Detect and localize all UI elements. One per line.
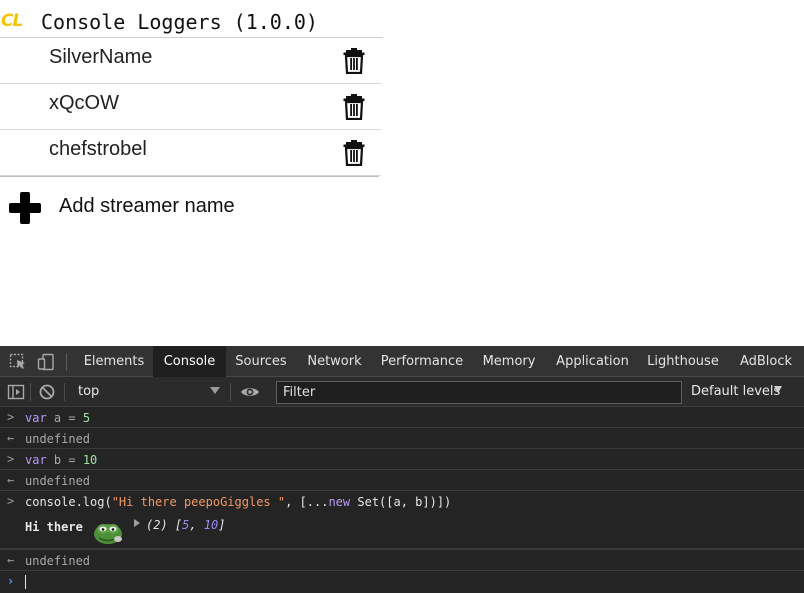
device-toolbar-icon[interactable] bbox=[37, 353, 55, 371]
result-arrow-icon: ← bbox=[7, 553, 15, 567]
streamer-name: chefstrobel bbox=[49, 138, 147, 160]
tab-application[interactable]: Application bbox=[547, 346, 638, 377]
devtools-tabbar: Elements Console Sources Network Perform… bbox=[0, 346, 804, 377]
streamer-name: xQcOW bbox=[49, 92, 119, 114]
console-input-line: > console.log("Hi there peepoGiggles ", … bbox=[0, 491, 804, 512]
inspect-element-icon[interactable] bbox=[9, 353, 27, 371]
array-preview[interactable]: (2) [5, 10] bbox=[146, 518, 226, 532]
console-code: var b = 10 bbox=[25, 453, 98, 467]
tab-lighthouse[interactable]: Lighthouse bbox=[638, 346, 728, 377]
tab-sources[interactable]: Sources bbox=[226, 346, 296, 377]
add-streamer-button[interactable]: Add streamer name bbox=[0, 176, 379, 236]
tab-console[interactable]: Console bbox=[153, 346, 226, 377]
context-label: top bbox=[78, 384, 100, 399]
filter-input[interactable] bbox=[276, 381, 682, 404]
console-input-line: > var a = 5 bbox=[0, 407, 804, 428]
chevron-down-icon bbox=[774, 386, 782, 393]
streamer-row: SilverName bbox=[0, 38, 381, 84]
plus-icon bbox=[9, 192, 41, 224]
console-log-output: Hi there (2) [5, 10] bbox=[0, 512, 804, 549]
expand-arrow-icon[interactable] bbox=[134, 519, 140, 527]
streamer-row: xQcOW bbox=[0, 84, 381, 130]
toolbar-separator bbox=[230, 383, 231, 401]
tab-memory[interactable]: Memory bbox=[471, 346, 547, 377]
input-prompt-icon: > bbox=[7, 494, 15, 508]
console-result-line: ← undefined bbox=[0, 550, 804, 571]
devtools-panel: Elements Console Sources Network Perform… bbox=[0, 346, 804, 593]
trash-icon[interactable] bbox=[342, 94, 366, 120]
eye-icon[interactable] bbox=[240, 383, 260, 401]
console-code: console.log("Hi there peepoGiggles ", [.… bbox=[25, 495, 452, 509]
sidebar-toggle-icon[interactable] bbox=[7, 383, 25, 401]
tab-elements[interactable]: Elements bbox=[75, 346, 153, 377]
toolbar-separator bbox=[64, 383, 65, 401]
streamer-name: SilverName bbox=[49, 46, 153, 68]
app-logo: CL bbox=[1, 11, 23, 31]
console-input-line: > var b = 10 bbox=[0, 449, 804, 470]
console-code: var a = 5 bbox=[25, 411, 91, 425]
extension-popup: CL Console Loggers (1.0.0) SilverName xQ… bbox=[0, 0, 384, 346]
console-result-line: ← undefined bbox=[0, 428, 804, 449]
log-text: Hi there bbox=[25, 520, 83, 534]
input-prompt-icon: > bbox=[7, 410, 15, 424]
tabbar-separator bbox=[66, 353, 67, 371]
chevron-down-icon bbox=[210, 387, 220, 394]
console-result-line: ← undefined bbox=[0, 470, 804, 491]
popup-header: CL Console Loggers (1.0.0) bbox=[0, 0, 384, 38]
result-arrow-icon: ← bbox=[7, 431, 15, 445]
trash-icon[interactable] bbox=[342, 48, 366, 74]
console-toolbar: top Default levels bbox=[0, 377, 804, 407]
input-prompt-icon: > bbox=[7, 452, 15, 466]
peepo-emote-icon bbox=[94, 524, 122, 544]
console-prompt[interactable]: › bbox=[0, 571, 804, 593]
console-result: undefined bbox=[25, 432, 91, 446]
tab-performance[interactable]: Performance bbox=[373, 346, 471, 377]
streamer-row: chefstrobel bbox=[0, 130, 381, 176]
trash-icon[interactable] bbox=[342, 140, 366, 166]
tab-adblock[interactable]: AdBlock bbox=[728, 346, 804, 377]
toolbar-separator bbox=[30, 383, 31, 401]
console-result: undefined bbox=[25, 554, 91, 568]
prompt-caret bbox=[25, 574, 26, 589]
log-levels-dropdown[interactable]: Default levels bbox=[691, 377, 801, 407]
clear-console-icon[interactable] bbox=[38, 383, 56, 401]
tab-network[interactable]: Network bbox=[296, 346, 373, 377]
app-title: Console Loggers (1.0.0) bbox=[41, 10, 318, 34]
add-streamer-label: Add streamer name bbox=[59, 195, 235, 217]
log-levels-label: Default levels bbox=[691, 384, 781, 399]
prompt-chevron-icon: › bbox=[7, 574, 15, 588]
context-selector[interactable]: top bbox=[70, 377, 226, 407]
console-result: undefined bbox=[25, 474, 91, 488]
result-arrow-icon: ← bbox=[7, 473, 15, 487]
